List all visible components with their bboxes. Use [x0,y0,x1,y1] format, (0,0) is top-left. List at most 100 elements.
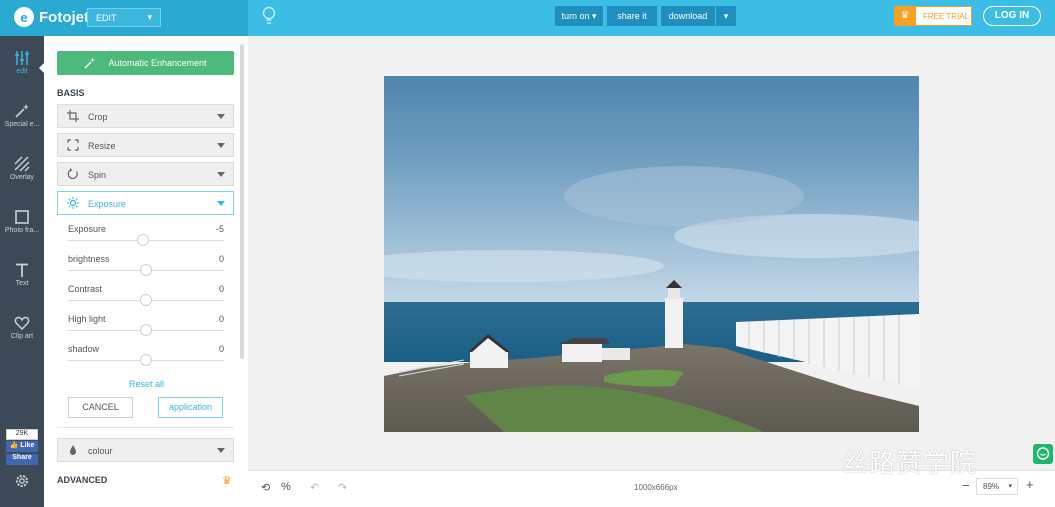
rail-label-clip-art: Clip art [10,333,34,340]
rail-item-special-effects[interactable]: Special e... [0,103,44,128]
colour-label: colour [88,446,113,456]
slider-label: Exposure [68,224,107,234]
chat-icon[interactable] [1033,444,1053,464]
rail-item-clip-art[interactable]: Clip art [0,315,44,340]
slider-knob[interactable] [140,294,152,306]
chevron-down-icon: ▾ [147,12,152,22]
droplet-icon [70,445,76,455]
mode-select-value: EDIT [96,13,117,23]
slider-label: High light [68,314,106,324]
rail-label-text: Text [15,280,29,287]
zoom-select[interactable]: 89% ▾ [976,478,1018,495]
slider-contrast: Contrast 0 [68,284,224,306]
rail-label-overlay: Overlay [9,174,35,181]
logo-text: Fotojet [39,8,89,26]
caret-down-icon: ▾ [592,11,597,21]
logo-icon: e [14,7,34,27]
text-icon [16,263,28,277]
caret-down-icon [217,201,225,206]
rail-item-edit[interactable]: edit [0,50,45,75]
download-options-button[interactable]: ▾ [716,6,736,26]
zoom-value: 89% [983,482,1000,491]
slider-highlight: High light 0 [68,314,224,336]
caret-down-icon: ▾ [723,11,729,21]
cancel-button[interactable]: CANCEL [68,397,133,418]
slider-value: 0 [218,314,224,324]
rail-item-text[interactable]: Text [0,262,44,287]
rotate-icon[interactable]: ⟲ [261,481,270,494]
thumbs-up-icon: 👍 [9,442,19,449]
slider-value: -5 [215,224,224,234]
download-label: download [668,11,708,21]
slider-knob[interactable] [140,354,152,366]
slider-knob[interactable] [136,234,149,246]
lightbulb-icon[interactable] [262,6,276,26]
sun-icon [67,197,79,209]
slider-knob[interactable] [140,264,152,276]
zoom-out-button[interactable]: − [962,478,970,493]
exposure-section[interactable]: Exposure [57,191,234,215]
panel-scrollbar[interactable] [240,44,244,359]
crown-icon: ♛ [894,6,916,26]
spin-section[interactable]: Spin [57,162,234,186]
slider-brightness: brightness 0 [68,254,224,276]
rail-label-special-effects: Special e... [4,121,40,128]
rotate-icon [67,168,78,180]
watermark-text: 丝路赞学院 [842,449,978,479]
undo-icon[interactable]: ↶ [310,481,319,494]
login-button[interactable]: LOG IN [983,6,1041,26]
slider-value: 0 [218,254,224,264]
overlay-icon [14,156,30,172]
crop-section[interactable]: Crop [57,104,234,128]
gear-icon[interactable] [14,473,30,489]
colour-section[interactable]: colour [57,438,234,462]
slider-value: 0 [218,344,224,354]
zoom-in-button[interactable]: + [1026,477,1034,492]
turn-on-label: turn on [561,11,590,21]
rail-label-photo-frame: Photo fra... [4,227,40,234]
divider [57,427,234,428]
photo-canvas[interactable] [384,76,919,432]
fotojet-logo[interactable]: e Fotojet [14,7,89,27]
rail-item-photo-frame[interactable]: Photo fra... [0,209,44,234]
caret-down-icon [217,448,225,453]
exposure-section-label: Exposure [88,199,127,209]
resize-icon [67,139,79,151]
image-dimensions: 1000x666px [634,483,678,492]
mode-select[interactable]: EDIT ▾ [87,8,161,27]
advanced-heading[interactable]: ADVANCED [57,475,107,485]
facebook-like-button[interactable]: 👍 Like [6,441,38,452]
magic-wand-icon [15,104,29,118]
resize-section[interactable]: Resize [57,133,234,157]
basis-heading: BASIS [57,88,85,98]
slider-knob[interactable] [140,324,152,336]
chevron-down-icon: ▾ [1008,483,1012,490]
slider-exposure: Exposure -5 [68,224,224,246]
redo-icon[interactable]: ↷ [338,481,347,494]
share-button[interactable]: share it [607,6,657,26]
apply-button[interactable]: application [158,397,223,418]
slider-label: Contrast [68,284,103,294]
top-bar: e Fotojet EDIT ▾ turn on ▾ share it down… [0,0,1055,36]
facebook-share-button[interactable]: Share [6,454,38,465]
free-trial-label: FREE TRIAL [923,12,970,21]
caret-down-icon [217,143,225,148]
rail-item-overlay[interactable]: Overlay [0,156,44,181]
facebook-like-label: Like [20,442,35,449]
reset-all-link[interactable]: Reset all [129,379,164,389]
crown-icon: ♛ [222,475,232,487]
sparkle-wand-icon [85,57,96,69]
caret-down-icon [217,172,225,177]
slider-label: shadow [68,344,100,354]
crop-icon [67,110,79,122]
automatic-enhancement-button[interactable]: Automatic Enhancement [57,51,234,75]
percent-icon[interactable]: % [281,481,291,493]
free-trial-button[interactable]: ♛ FREE TRIAL [894,6,972,26]
heart-icon [14,316,30,331]
share-label: share it [617,11,647,21]
frame-icon [15,210,29,224]
turn-on-button[interactable]: turn on ▾ [555,6,603,26]
spin-label: Spin [88,170,107,180]
download-button[interactable]: download [661,6,715,26]
crop-label: Crop [88,112,108,122]
